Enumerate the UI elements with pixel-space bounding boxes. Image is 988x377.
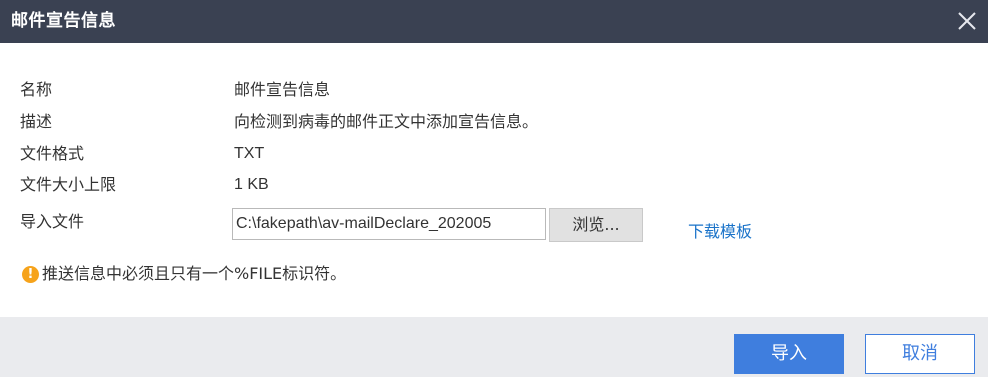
field-label-format: 文件格式	[20, 144, 85, 163]
field-value-name: 邮件宣告信息	[234, 80, 331, 99]
download-template-link[interactable]: 下载模板	[688, 220, 752, 244]
import-button[interactable]: 导入	[734, 334, 844, 374]
dialog-title: 邮件宣告信息	[11, 11, 116, 31]
field-label-name: 名称	[20, 80, 53, 99]
field-row-import-file: 导入文件	[0, 210, 230, 234]
close-icon	[958, 12, 976, 30]
field-row-name: 名称 邮件宣告信息	[0, 78, 988, 102]
field-label-size-limit: 文件大小上限	[20, 175, 117, 194]
notice-text: 推送信息中必须且只有一个%FILE标识符。	[42, 264, 347, 283]
close-button[interactable]	[952, 6, 982, 36]
file-path-input[interactable]: C:\fakepath\av-mailDeclare_202005	[232, 208, 546, 240]
field-value-size-limit: 1 KB	[234, 176, 269, 193]
cancel-button[interactable]: 取消	[865, 334, 975, 374]
dialog-footer: 导入 取消	[0, 317, 988, 377]
browse-button[interactable]: 浏览...	[549, 208, 643, 242]
field-row-size-limit: 文件大小上限 1 KB	[0, 173, 988, 197]
field-row-description: 描述 向检测到病毒的邮件正文中添加宣告信息。	[0, 110, 988, 134]
field-label-import-file: 导入文件	[20, 212, 85, 231]
field-label-description: 描述	[20, 112, 53, 131]
warning-icon: !	[22, 266, 39, 283]
dialog-title-bar: 邮件宣告信息	[0, 0, 988, 43]
field-row-format: 文件格式 TXT	[0, 142, 988, 166]
import-dialog: 邮件宣告信息 名称 邮件宣告信息 描述 向检测到病毒的邮件正文中添加宣告信息。 …	[0, 0, 988, 377]
field-value-format: TXT	[234, 145, 265, 162]
field-value-description: 向检测到病毒的邮件正文中添加宣告信息。	[234, 112, 539, 131]
